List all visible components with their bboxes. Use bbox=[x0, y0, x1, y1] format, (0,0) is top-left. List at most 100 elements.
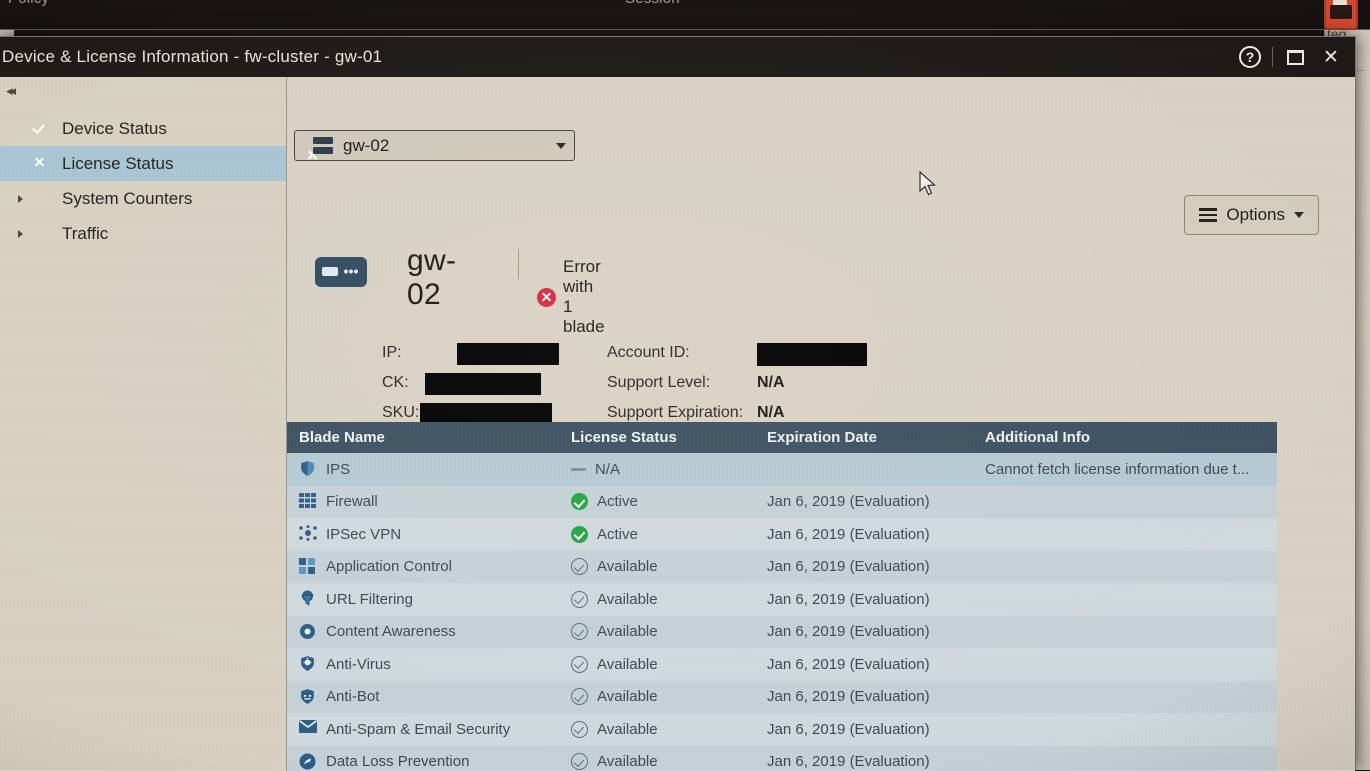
table-body: IPSN/ACannot fetch license information d… bbox=[287, 453, 1277, 771]
blade-name: Data Loss Prevention bbox=[326, 753, 469, 770]
field-value: N/A bbox=[757, 404, 785, 422]
blade-name: Anti-Spam & Email Security bbox=[326, 721, 510, 738]
redacted-value bbox=[457, 343, 559, 365]
dialog-titlebar: Device & License Information - fw-cluste… bbox=[0, 37, 1355, 77]
collapse-sidebar-button[interactable]: ◂◂ bbox=[6, 83, 13, 99]
check-outline-icon bbox=[571, 688, 588, 705]
green-check-icon bbox=[30, 118, 52, 140]
chevron-right-icon[interactable] bbox=[18, 195, 23, 203]
hamburger-icon bbox=[1199, 208, 1217, 222]
sidebar-item-label: License Status bbox=[62, 154, 174, 174]
dialog-body: ◂◂ Device Status License Status System C… bbox=[0, 77, 1355, 771]
expiration-date: Jan 6, 2019 (Evaluation) bbox=[767, 721, 930, 738]
table-row[interactable]: Application Control Available Jan 6, 2019 … bbox=[287, 551, 1277, 584]
blade-name: URL Filtering bbox=[326, 591, 413, 608]
sidebar-item-license-status[interactable]: License Status bbox=[0, 146, 286, 181]
gateway-select-value: gw-02 bbox=[343, 136, 556, 156]
redacted-value bbox=[425, 373, 541, 395]
gateway-device-icon bbox=[312, 137, 334, 155]
dlp-icon bbox=[299, 753, 317, 771]
options-button[interactable]: Options bbox=[1184, 195, 1319, 235]
background-menu-policy: Policy bbox=[8, 0, 49, 7]
expiration-date: Jan 6, 2019 (Evaluation) bbox=[767, 591, 930, 608]
expiration-date: Jan 6, 2019 (Evaluation) bbox=[767, 688, 930, 705]
license-status-text: N/A bbox=[595, 461, 620, 478]
device-license-information-dialog: Device & License Information - fw-cluste… bbox=[0, 36, 1356, 770]
check-filled-icon bbox=[571, 526, 588, 543]
table-row[interactable]: Anti-Spam & Email Security Available Jan 6… bbox=[287, 713, 1277, 746]
field-label: Support Expiration: bbox=[607, 404, 743, 422]
check-outline-icon bbox=[571, 721, 588, 738]
sidebar-list: Device Status License Status System Coun… bbox=[0, 77, 286, 251]
check-outline-icon bbox=[571, 591, 588, 608]
table-row[interactable]: Data Loss PreventionAvailableJan 6, 2019… bbox=[287, 746, 1277, 771]
redacted-value bbox=[757, 343, 867, 366]
chevron-down-icon bbox=[1294, 212, 1304, 218]
field-value: N/A bbox=[757, 374, 785, 392]
license-status-text: Available bbox=[597, 558, 658, 575]
expiration-date: Jan 6, 2019 (Evaluation) bbox=[767, 493, 930, 510]
bot-shield-icon bbox=[299, 688, 317, 706]
expiration-date: Jan 6, 2019 (Evaluation) bbox=[767, 656, 930, 673]
check-outline-icon bbox=[571, 558, 588, 575]
sidebar-item-label: Device Status bbox=[62, 119, 167, 139]
background-menu-session: Session bbox=[625, 0, 680, 7]
blade-name: Application Control bbox=[326, 558, 452, 575]
blade-name: Content Awareness bbox=[326, 623, 456, 640]
expiration-date: Jan 6, 2019 (Evaluation) bbox=[767, 558, 930, 575]
table-row[interactable]: FirewallActiveJan 6, 2019 (Evaluation) bbox=[287, 486, 1277, 519]
globe-funnel-icon bbox=[299, 590, 317, 608]
chevron-right-icon[interactable] bbox=[18, 230, 23, 238]
additional-info: Cannot fetch license information due t..… bbox=[985, 461, 1249, 478]
column-header-expiration-date[interactable]: Expiration Date bbox=[755, 429, 973, 446]
check-outline-icon bbox=[571, 623, 588, 640]
table-row[interactable]: IPSN/ACannot fetch license information d… bbox=[287, 453, 1277, 486]
license-status-text: Active bbox=[597, 526, 638, 543]
sidebar-item-traffic[interactable]: Traffic bbox=[0, 216, 286, 251]
column-header-blade-name[interactable]: Blade Name bbox=[287, 429, 559, 446]
nodes-icon bbox=[299, 525, 317, 543]
options-button-label: Options bbox=[1226, 205, 1285, 225]
column-header-additional-info[interactable]: Additional Info bbox=[973, 429, 1277, 446]
background-menubar: Policy Session bbox=[0, 0, 1370, 30]
envelope-icon bbox=[299, 720, 317, 738]
maximize-icon bbox=[1287, 50, 1304, 65]
content-pane: gw-02 Options gw-02 Error with 1 blade bbox=[287, 77, 1355, 771]
license-status-text: Available bbox=[597, 591, 658, 608]
sidebar-item-device-status[interactable]: Device Status bbox=[0, 111, 286, 146]
license-status-text: Available bbox=[597, 721, 658, 738]
expiration-date: Jan 6, 2019 (Evaluation) bbox=[767, 753, 930, 770]
help-button[interactable]: ? bbox=[1234, 41, 1266, 73]
device-status-badge: Error with 1 blade bbox=[537, 257, 605, 337]
table-row[interactable]: URL Filtering Available Jan 6, 2019 (Evalu… bbox=[287, 583, 1277, 616]
field-label: Support Level: bbox=[607, 374, 710, 392]
blade-name: Anti-Bot bbox=[326, 688, 379, 705]
maximize-button[interactable] bbox=[1279, 41, 1311, 73]
sidebar-item-label: Traffic bbox=[62, 224, 108, 244]
blade-name: Firewall bbox=[326, 493, 378, 510]
table-row[interactable]: IPSec VPNActiveJan 6, 2019 (Evaluation) bbox=[287, 518, 1277, 551]
red-error-icon bbox=[30, 153, 52, 175]
device-name: gw-02 bbox=[407, 244, 456, 312]
table-header-row: Blade Name License Status Expiration Dat… bbox=[287, 422, 1277, 453]
gateway-select-dropdown[interactable]: gw-02 bbox=[294, 130, 575, 161]
table-row[interactable]: Content AwarenessAvailableJan 6, 2019 (E… bbox=[287, 616, 1277, 649]
grid-squares-icon bbox=[299, 558, 317, 576]
field-label: IP: bbox=[382, 344, 402, 362]
dialog-title: Device & License Information - fw-cluste… bbox=[0, 47, 382, 67]
sidebar-item-label: System Counters bbox=[62, 189, 192, 209]
divider bbox=[1272, 47, 1273, 67]
license-status-text: Available bbox=[597, 656, 658, 673]
table-row[interactable]: Anti-VirusAvailableJan 6, 2019 (Evaluati… bbox=[287, 648, 1277, 681]
shield-icon bbox=[299, 460, 317, 478]
close-button[interactable]: ✕ bbox=[1315, 41, 1347, 73]
check-outline-icon bbox=[571, 656, 588, 673]
brickwall-icon bbox=[299, 493, 317, 511]
sidebar-item-system-counters[interactable]: System Counters bbox=[0, 181, 286, 216]
circle-dot-icon bbox=[299, 623, 317, 641]
window-controls: ? ✕ bbox=[1234, 37, 1347, 77]
divider bbox=[518, 249, 519, 279]
column-header-license-status[interactable]: License Status bbox=[559, 429, 755, 446]
table-row[interactable]: Anti-BotAvailableJan 6, 2019 (Evaluation… bbox=[287, 681, 1277, 714]
device-icon bbox=[315, 257, 367, 287]
